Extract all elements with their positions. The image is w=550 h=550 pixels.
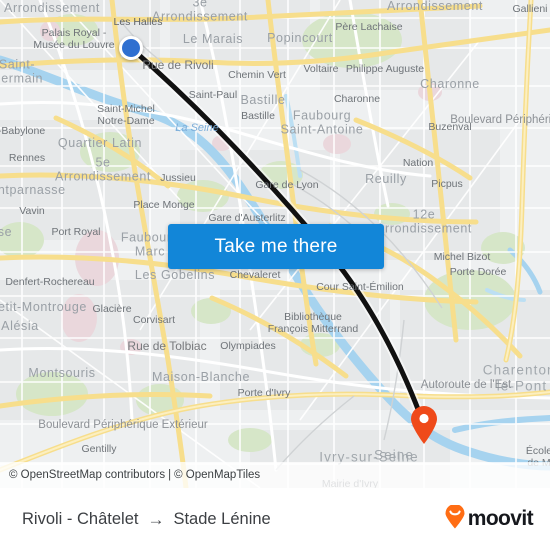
moovit-trip-map-screen: Arrondissement 3e Arrondissement Arrondiss… <box>0 0 550 550</box>
origin-label: Rivoli - Châtelet <box>22 509 139 528</box>
trip-summary: Rivoli - Châtelet → Stade Lénine <box>22 510 444 529</box>
destination-marker[interactable] <box>409 405 439 445</box>
arrow-icon: → <box>147 509 165 529</box>
attribution-osm[interactable]: © OpenStreetMap contributors <box>9 469 165 481</box>
take-me-there-button[interactable]: Take me there <box>168 224 384 269</box>
attribution-separator: | <box>168 469 172 481</box>
map-canvas[interactable]: Arrondissement 3e Arrondissement Arrondiss… <box>0 0 550 488</box>
origin-marker[interactable] <box>119 36 143 60</box>
map-attribution: © OpenStreetMap contributors | © OpenMapTi… <box>0 462 550 488</box>
destination-label: Stade Lénine <box>173 509 271 528</box>
attribution-tiles[interactable]: © OpenMapTiles <box>174 469 260 481</box>
trip-footer: Rivoli - Châtelet → Stade Lénine moovit <box>0 488 550 550</box>
moovit-logo[interactable]: moovit <box>444 503 534 534</box>
moovit-pin-icon <box>444 503 466 534</box>
moovit-wordmark: moovit <box>467 507 534 530</box>
